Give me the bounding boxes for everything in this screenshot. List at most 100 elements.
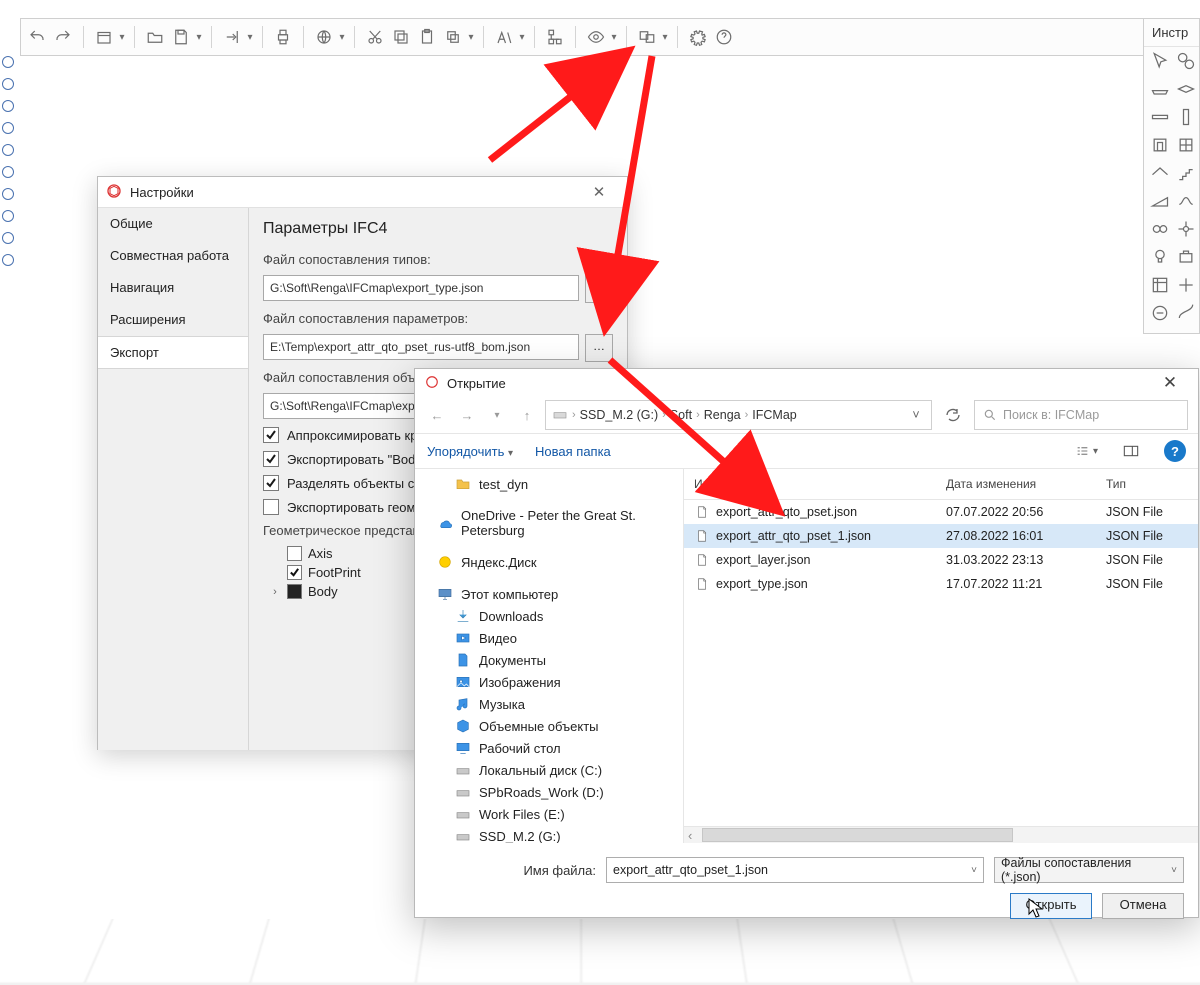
beam-icon[interactable] [1150,107,1170,127]
wall-icon[interactable] [1150,79,1170,99]
ramp-icon[interactable] [1150,191,1170,211]
nav-recent-dropdown-icon[interactable]: ▾ [485,403,509,427]
outline-dot[interactable] [2,144,14,156]
save-dropdown-icon[interactable]: ▾ [195,32,203,43]
visibility-dropdown-icon[interactable]: ▾ [610,32,618,43]
outline-dot[interactable] [2,166,14,178]
crumb-0[interactable]: SSD_M.2 (G:) [580,408,659,422]
params-map-browse-button[interactable]: … [585,334,613,362]
file-hscroll[interactable]: ‹ [684,826,1198,843]
pipe-icon[interactable] [1176,191,1196,211]
open-icon[interactable] [143,25,167,49]
duplicate-dropdown-icon[interactable]: ▾ [467,32,475,43]
pointer-icon[interactable] [1150,51,1170,71]
copy-icon[interactable] [389,25,413,49]
stair-icon[interactable] [1176,163,1196,183]
undo-icon[interactable] [25,25,49,49]
scroll-left-icon[interactable]: ‹ [684,828,696,843]
settings-cat-export[interactable]: Экспорт [98,336,248,369]
nav-yadisk[interactable]: Яндекс.Диск [415,551,683,573]
project-icon[interactable] [92,25,116,49]
outline-dot[interactable] [2,254,14,266]
duplicate-icon[interactable] [441,25,465,49]
roof-icon[interactable] [1150,163,1170,183]
col-name[interactable]: Имя [694,477,717,491]
view-mode-icon[interactable]: ▾ [1076,440,1098,462]
nav-refresh-icon[interactable] [938,400,968,430]
fod-search-input[interactable]: Поиск в: IFCMap [974,400,1188,430]
export-dropdown-icon[interactable]: ▾ [246,32,254,43]
paste-icon[interactable] [415,25,439,49]
types-map-input[interactable]: G:\Soft\Renga\IFCmap\export_type.json [263,275,579,301]
outline-dot[interactable] [2,122,14,134]
file-filter-select[interactable]: Файлы сопоставления (*.json)˅ [994,857,1184,883]
file-list-header[interactable]: Имя ˄ Дата изменения Тип [684,469,1198,500]
nav-onedrive[interactable]: OneDrive - Peter the Great St. Petersbur… [415,505,683,541]
outline-dot[interactable] [2,56,14,68]
organize-button[interactable]: Упорядочить ▾ [427,444,513,459]
settings-cat-ext[interactable]: Расширения [98,304,248,336]
globe-icon[interactable] [312,25,336,49]
settings-icon[interactable] [686,25,710,49]
nav-downloads[interactable]: Downloads [415,605,683,627]
file-row[interactable]: export_attr_qto_pset.json07.07.2022 20:5… [684,500,1198,524]
print-icon[interactable] [271,25,295,49]
help-icon[interactable] [712,25,736,49]
circuit-icon[interactable] [1176,219,1196,239]
nav-videos[interactable]: Видео [415,627,683,649]
slab-icon[interactable] [1176,79,1196,99]
crumb-dropdown-icon[interactable]: ˅ [907,408,925,422]
nav-music[interactable]: Музыка [415,693,683,715]
opening-icon[interactable] [1150,135,1170,155]
nav-back-icon[interactable]: ← [425,403,449,427]
fod-help-icon[interactable]: ? [1164,440,1186,462]
nav-drive-e[interactable]: Work Files (E:) [415,803,683,825]
crumb-2[interactable]: Renga [704,408,741,422]
visibility-icon[interactable] [584,25,608,49]
dimension-icon[interactable] [1150,303,1170,323]
structure-icon[interactable] [543,25,567,49]
nav-images[interactable]: Изображения [415,671,683,693]
settings-cat-collab[interactable]: Совместная работа [98,240,248,272]
fod-close-icon[interactable]: ✕ [1152,373,1188,393]
nav-folder[interactable]: test_dyn [415,473,683,495]
outline-dot[interactable] [2,210,14,222]
path-icon[interactable] [1176,303,1196,323]
project-dropdown-icon[interactable]: ▾ [118,32,126,43]
nav-drive-c[interactable]: Локальный диск (C:) [415,759,683,781]
types-map-browse-button[interactable]: … [585,275,613,303]
column-icon[interactable] [1176,107,1196,127]
fod-titlebar[interactable]: Открытие ✕ [415,369,1198,397]
col-type[interactable]: Тип [1096,469,1198,499]
nav-documents[interactable]: Документы [415,649,683,671]
file-row[interactable]: export_type.json17.07.2022 11:21JSON Fil… [684,572,1198,596]
settings-close-icon[interactable]: ✕ [579,183,619,201]
file-row[interactable]: export_attr_qto_pset_1.json27.08.2022 16… [684,524,1198,548]
filename-input[interactable]: export_attr_qto_pset_1.json˅ [606,857,984,883]
settings-titlebar[interactable]: Настройки ✕ [98,177,627,208]
nav-drive-g[interactable]: SSD_M.2 (G:) [415,825,683,843]
open-button[interactable]: Открыть [1010,893,1092,919]
outline-dot[interactable] [2,78,14,90]
cancel-button[interactable]: Отмена [1102,893,1184,919]
export-icon[interactable] [220,25,244,49]
nav-thispc[interactable]: Этот компьютер [415,583,683,605]
style-dropdown-icon[interactable]: ▾ [518,32,526,43]
nav-desktop[interactable]: Рабочий стол [415,737,683,759]
cut-icon[interactable] [363,25,387,49]
scroll-thumb[interactable] [702,828,1012,842]
outline-dot[interactable] [2,232,14,244]
nav-up-icon[interactable]: ↑ [515,403,539,427]
file-row[interactable]: export_layer.json31.03.2022 23:13JSON Fi… [684,548,1198,572]
params-map-input[interactable]: E:\Temp\export_attr_qto_pset_rus-utf8_bo… [263,334,579,360]
fixture-icon[interactable] [1150,247,1170,267]
measure-icon[interactable] [1176,51,1196,71]
breadcrumb[interactable]: › SSD_M.2 (G:)› Soft› Renga› IFCMap ˅ [545,400,932,430]
redo-icon[interactable] [51,25,75,49]
settings-cat-nav[interactable]: Навигация [98,272,248,304]
settings-cat-general[interactable]: Общие [98,208,248,240]
outline-dot[interactable] [2,188,14,200]
nav-forward-icon[interactable]: → [455,403,479,427]
duct-icon[interactable] [1150,219,1170,239]
window-icon[interactable] [1176,135,1196,155]
